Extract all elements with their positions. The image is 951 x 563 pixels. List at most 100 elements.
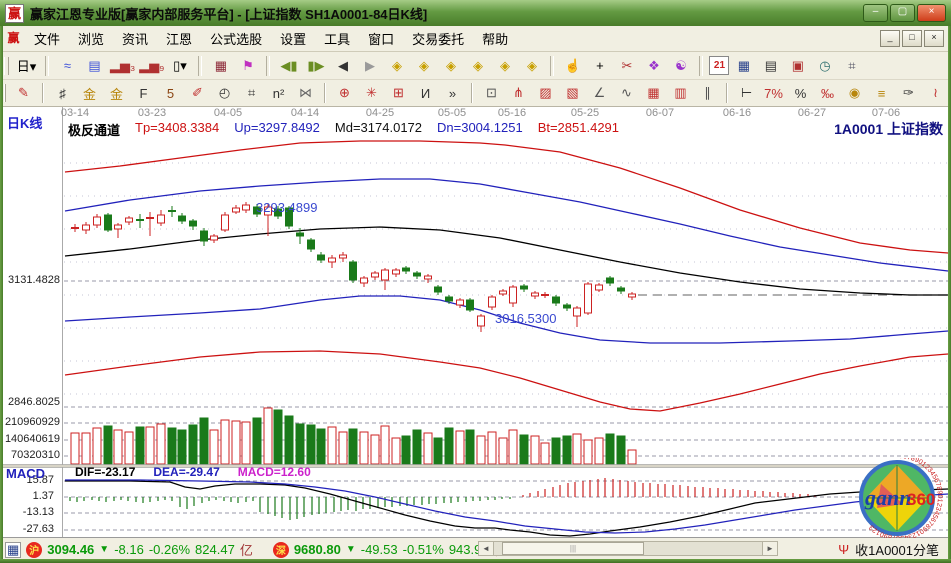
next-icon[interactable]: ▶ — [357, 54, 382, 77]
percent-band-icon[interactable]: 7% — [761, 82, 786, 105]
menu-item-browse[interactable]: 浏览 — [69, 27, 113, 50]
shanghai-badge-icon[interactable]: 沪 — [26, 542, 42, 558]
sh-change-pct: -0.26% — [149, 542, 190, 557]
gold-grid2-icon[interactable]: 金 — [104, 82, 129, 105]
menu-item-gann[interactable]: 江恩 — [157, 27, 201, 50]
zoom-right-icon[interactable]: ◈ — [411, 54, 436, 77]
fibonacci-icon[interactable]: F — [131, 82, 156, 105]
crosshair-tool-icon[interactable]: + — [587, 54, 612, 77]
gold-levels-icon[interactable]: ≡ — [869, 82, 894, 105]
indicator-tp: Tp=3408.3384 — [135, 120, 219, 139]
wave-analysis-icon[interactable]: ☯ — [668, 54, 693, 77]
remote-data-icon[interactable]: ⌗ — [839, 54, 864, 77]
dense-grid2-icon[interactable]: ▥ — [668, 82, 693, 105]
star-burst-icon[interactable]: ✳ — [359, 82, 384, 105]
more-tools-icon[interactable]: » — [440, 82, 465, 105]
status-bar: ▦ 沪 3094.46 ▼ -8.16 -0.26% 824.47 亿 深 96… — [0, 537, 951, 560]
mirror-fold-icon[interactable]: ⋈ — [293, 82, 318, 105]
angle-fan-icon[interactable]: ∠ — [587, 82, 612, 105]
y-axis-label: 2846.8025 — [2, 396, 60, 408]
horizontal-scrollbar[interactable]: ◄ ||| ► — [478, 541, 778, 556]
scrollbar-thumb[interactable]: ||| — [502, 542, 644, 555]
ruler-percent-icon[interactable]: ⊢ — [734, 82, 759, 105]
gann-box-icon[interactable]: ❖ — [641, 54, 666, 77]
shade-grid-icon[interactable]: ▨ — [533, 82, 558, 105]
percent-icon[interactable]: % — [788, 82, 813, 105]
timeshare-chart-icon[interactable]: ≈ — [55, 54, 80, 77]
shenzhen-badge-icon[interactable]: 深 — [273, 542, 289, 558]
zoom-left-icon[interactable]: ◈ — [384, 54, 409, 77]
sz-index-value[interactable]: 9680.80 — [294, 542, 341, 557]
zoom-v-icon[interactable]: ◈ — [492, 54, 517, 77]
mdi-minimize-button[interactable]: _ — [880, 30, 900, 47]
wave-mark-icon[interactable]: И — [413, 82, 438, 105]
angle-pen-icon[interactable]: ✐ — [185, 82, 210, 105]
scroll-left-arrow-icon[interactable]: ◄ — [479, 542, 494, 555]
notes-icon[interactable]: ▤ — [758, 54, 783, 77]
chart-region[interactable]: 日K线 03-1403-2304-0504-1404-2505-0505-160… — [0, 107, 951, 537]
menu-item-tools[interactable]: 工具 — [315, 27, 359, 50]
sh-down-arrow-icon: ▼ — [99, 544, 109, 555]
prev-icon[interactable]: ◀ — [330, 54, 355, 77]
market-board-icon[interactable]: ▦ — [5, 542, 21, 558]
zigzag-icon[interactable]: ∿ — [614, 82, 639, 105]
mdi-restore-button[interactable]: □ — [902, 30, 922, 47]
divider-tool-icon[interactable]: ✂ — [614, 54, 639, 77]
permille-icon[interactable]: ‰ — [815, 82, 840, 105]
menu-item-trade[interactable]: 交易委托 — [403, 27, 473, 50]
minichart-9-icon[interactable]: ▂▅₉ — [138, 54, 165, 77]
last-bar-icon[interactable]: ▮▶ — [303, 54, 328, 77]
date-tick-06-07: 06-07 — [646, 107, 674, 119]
candle-style-icon[interactable]: ▯▾ — [167, 54, 192, 77]
trend-pen-icon[interactable]: ✑ — [896, 82, 921, 105]
spiral-icon[interactable]: 5 — [158, 82, 183, 105]
menu-item-settings[interactable]: 设置 — [271, 27, 315, 50]
toolbar-separator — [42, 83, 44, 103]
indicator-readout: 极反通道 Tp=3408.3384 Up=3297.8492 Md=3174.0… — [68, 120, 619, 139]
calculator-icon[interactable]: ▦ — [731, 54, 756, 77]
hand-tool-icon[interactable]: ☝ — [560, 54, 585, 77]
calendar-icon[interactable]: 21 — [709, 56, 729, 75]
f10-info-icon[interactable]: ▤ — [82, 54, 107, 77]
minichart-3-icon[interactable]: ▂▅₃ — [109, 54, 136, 77]
zoom-compress-icon[interactable]: ◈ — [465, 54, 490, 77]
hatch-grid-icon[interactable]: ▧ — [560, 82, 585, 105]
menu-item-window[interactable]: 窗口 — [359, 27, 403, 50]
save-icon[interactable]: ▣ — [785, 54, 810, 77]
mdi-close-button[interactable]: × — [924, 30, 944, 47]
channel-indicator-icon[interactable]: ▦ — [208, 54, 233, 77]
menu-item-formula[interactable]: 公式选股 — [201, 27, 271, 50]
indicator-name: 极反通道 — [68, 120, 120, 139]
box-select-icon[interactable]: ⊡ — [479, 82, 504, 105]
menu-item-news[interactable]: 资讯 — [113, 27, 157, 50]
kline-period-icon[interactable]: 日▾ — [14, 54, 39, 77]
zoom-h-icon[interactable]: ◈ — [438, 54, 463, 77]
menu-item-help[interactable]: 帮助 — [473, 27, 517, 50]
logo-text-gann: gann — [864, 485, 911, 510]
draw-pen-icon[interactable]: ✎ — [11, 82, 36, 105]
grid-lines-icon[interactable]: ⌗ — [239, 82, 264, 105]
gann-grid-icon[interactable]: ♯ — [50, 82, 75, 105]
fan-lines-icon[interactable]: ⋔ — [506, 82, 531, 105]
circle-cross-icon[interactable]: ⊕ — [332, 82, 357, 105]
title-bar: 赢 赢家江恩专业版[赢家内部服务平台] - [上证指数 SH1A0001-84日… — [0, 0, 951, 26]
maximize-button[interactable]: ▢ — [890, 4, 915, 22]
square-nine-icon[interactable]: n² — [266, 82, 291, 105]
zoom-all-icon[interactable]: ◈ — [519, 54, 544, 77]
square-target-icon[interactable]: ⊞ — [386, 82, 411, 105]
minimize-button[interactable]: – — [863, 4, 888, 22]
data-refresh-icon[interactable]: ◷ — [812, 54, 837, 77]
scroll-right-arrow-icon[interactable]: ► — [762, 542, 777, 555]
first-bar-icon[interactable]: ◀▮ — [276, 54, 301, 77]
close-button[interactable]: × — [917, 4, 946, 22]
gold-grid-icon[interactable]: 金 — [77, 82, 102, 105]
time-cycle-icon[interactable]: ◴ — [212, 82, 237, 105]
sh-index-value[interactable]: 3094.46 — [47, 542, 94, 557]
wave-curve-icon[interactable]: ≀ — [923, 82, 948, 105]
dense-grid-icon[interactable]: ▦ — [641, 82, 666, 105]
parallel-lines-icon[interactable]: ∥ — [695, 82, 720, 105]
y-axis-label: 70320310 — [2, 449, 60, 461]
colored-chart-icon[interactable]: ⚑ — [235, 54, 260, 77]
menu-item-file[interactable]: 文件 — [25, 27, 69, 50]
gold-circle-icon[interactable]: ◉ — [842, 82, 867, 105]
